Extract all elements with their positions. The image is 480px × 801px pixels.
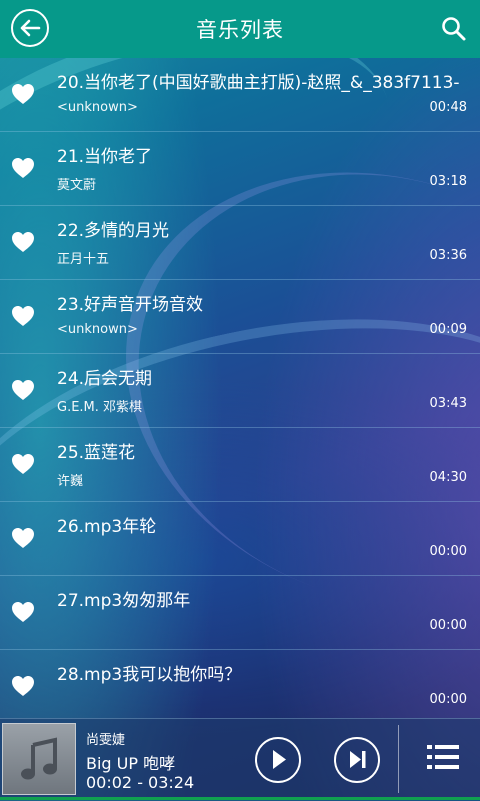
page-title: 音乐列表 [196, 18, 284, 42]
list-item[interactable]: 22.多情的月光正月十五 03:36 [0, 206, 480, 280]
player-divider [398, 725, 399, 793]
list-item[interactable]: 28.mp3我可以抱你吗？ 00:00 [0, 650, 480, 718]
heart-icon[interactable] [11, 231, 35, 253]
playlist-menu-icon[interactable] [427, 743, 459, 771]
song-artist: 许巍 [57, 474, 84, 489]
list-item[interactable]: 24.后会无期 G.E.M. 邓紫棋 03:43 [0, 354, 480, 428]
song-duration: 00:48 [429, 100, 467, 115]
heart-icon[interactable] [11, 305, 35, 327]
song-duration: 00:09 [429, 322, 467, 337]
song-title: 20.当你老了(中国好歌曲主打版)-赵照_&_383f7113- [57, 73, 460, 93]
list-item[interactable]: 20.当你老了(中国好歌曲主打版)-赵照_&_383f7113- <unknown… [0, 58, 480, 132]
song-title: 22.多情的月光 [57, 221, 170, 241]
list-item[interactable]: 27.mp3匆匆那年 00:00 [0, 576, 480, 650]
album-art[interactable] [2, 723, 76, 795]
now-playing-time: 00:02 - 03:24 [86, 773, 195, 792]
top-bar: 音乐列表 [0, 0, 480, 58]
heart-icon[interactable] [11, 83, 35, 105]
list-item[interactable]: 21.当你老了莫文蔚 03:18 [0, 132, 480, 206]
skip-next-icon [350, 751, 366, 768]
heart-icon[interactable] [11, 157, 35, 179]
song-artist: <unknown> [57, 100, 138, 115]
back-button[interactable] [11, 9, 49, 47]
next-button[interactable] [334, 737, 380, 783]
song-duration: 00:00 [429, 544, 467, 559]
song-duration: 00:00 [429, 692, 467, 707]
heart-icon[interactable] [11, 601, 35, 623]
heart-icon[interactable] [11, 453, 35, 475]
now-playing-bar: 尚雯婕 Big UP 咆哮 00:02 - 03:24 [0, 718, 480, 801]
song-title: 25.蓝莲花 [57, 443, 136, 463]
song-duration: 03:18 [429, 174, 467, 189]
song-list: 20.当你老了(中国好歌曲主打版)-赵照_&_383f7113- <unknown… [0, 58, 480, 718]
music-note-icon [21, 737, 57, 780]
song-title: 27.mp3匆匆那年 [57, 591, 191, 611]
song-duration: 04:30 [429, 470, 467, 485]
song-artist: 正月十五 [57, 252, 110, 267]
list-item[interactable]: 23.好声音开场音效 <unknown> 00:09 [0, 280, 480, 354]
song-artist: <unknown> [57, 322, 138, 337]
song-artist: G.E.M. 邓紫棋 [57, 400, 143, 415]
song-title: 26.mp3年轮 [57, 517, 157, 537]
song-title: 23.好声音开场音效 [57, 295, 204, 315]
song-title: 21.当你老了 [57, 147, 153, 167]
play-button[interactable] [255, 737, 301, 783]
song-title: 28.mp3我可以抱你吗？ [57, 665, 242, 685]
search-icon[interactable] [441, 16, 467, 42]
list-item[interactable]: 25.蓝莲花许巍 04:30 [0, 428, 480, 502]
play-icon [273, 750, 286, 769]
song-duration: 03:43 [429, 396, 467, 411]
now-playing-artist: 尚雯婕 [86, 733, 126, 748]
arrow-left-icon [20, 19, 41, 37]
list-item[interactable]: 26.mp3年轮 00:00 [0, 502, 480, 576]
song-artist: 莫文蔚 [57, 178, 97, 193]
heart-icon[interactable] [11, 379, 35, 401]
song-duration: 03:36 [429, 248, 467, 263]
song-duration: 00:00 [429, 618, 467, 633]
heart-icon[interactable] [11, 675, 35, 697]
song-title: 24.后会无期 [57, 369, 153, 389]
now-playing-title: Big UP 咆哮 [86, 754, 176, 773]
heart-icon[interactable] [11, 527, 35, 549]
